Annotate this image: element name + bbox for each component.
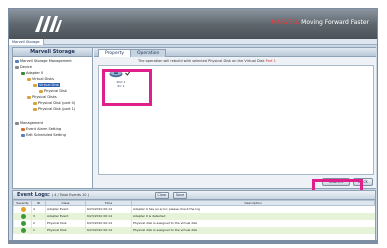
brand-tagline: MARVELL Moving Forward Faster (271, 19, 369, 26)
id-cell: 4 (31, 205, 46, 213)
time-cell: 6/23/2010 00:14 (85, 226, 132, 234)
alarm-icon (21, 127, 25, 131)
severity-cell (13, 212, 32, 220)
warning-icon (20, 206, 26, 212)
description-cell: Adapter 0 has an error; please check the… (131, 205, 375, 213)
event-log-panel: Event Logs: ( 4 / Total Events 10 ) Clea… (12, 190, 376, 242)
clear-events-button[interactable]: Clear (155, 192, 169, 199)
table-row[interactable]: 2 Physical Disk 6/23/2010 00:14 Physical… (13, 219, 375, 227)
nav-tab-storage[interactable]: Marvell Storage (9, 39, 44, 45)
class-cell: Adapter Event (45, 205, 86, 213)
event-log-title: Event Logs: ( 4 / Total Events 10 ) (17, 192, 89, 198)
nav-bar: Marvell Storage (9, 39, 377, 45)
app-window: MARVELL Moving Forward Faster Marvell St… (8, 8, 378, 244)
highlight-disk-box (102, 69, 152, 106)
virtual-disk-icon (33, 83, 37, 87)
tree-item-schedule[interactable]: Edit Scheduled Setting (21, 132, 66, 138)
adapter-icon (21, 71, 25, 75)
class-cell: Physical Disk (45, 219, 86, 227)
event-table: Severity ID Class Time Description 4 Ada… (13, 200, 375, 234)
info-icon (20, 227, 26, 233)
left-panel-title: Marvell Storage (13, 48, 92, 57)
main-panel: Marvell Storage Marvell Storage Manageme… (12, 47, 376, 189)
tab-property[interactable]: Property (98, 49, 132, 57)
class-cell: Physical Disk (45, 226, 86, 234)
folder-icon (27, 95, 31, 99)
disk-icon (33, 101, 37, 105)
event-log-header: Event Logs: ( 4 / Total Events 10 ) Clea… (13, 191, 375, 200)
description-cell: Physical disk is assigned to the virtual… (131, 226, 375, 234)
device-icon (15, 65, 19, 69)
severity-cell (13, 219, 32, 227)
navigation-tree: Marvell Storage Marvell Storage Manageme… (13, 48, 93, 188)
tree-item-physical-disk-port1[interactable]: Physical Disk (port 1) (33, 106, 75, 112)
time-cell: 6/23/2010 00:14 (85, 212, 132, 220)
severity-cell (13, 205, 32, 213)
disk-icon (33, 107, 37, 111)
schedule-icon (21, 133, 25, 137)
description-cell: Physical disk is assigned to the virtual… (131, 219, 375, 227)
table-row[interactable]: 4 Adapter Event 6/23/2010 00:14 Adapter … (13, 205, 375, 213)
class-cell: Adapter Event (45, 212, 86, 220)
column-header-severity[interactable]: Severity (13, 200, 32, 206)
tab-operation[interactable]: Operation (130, 49, 167, 57)
bottom-status-strip (9, 240, 377, 243)
info-icon (20, 213, 26, 219)
severity-cell (13, 226, 32, 234)
disk-icon (39, 89, 43, 93)
marvell-logo-icon (35, 16, 62, 32)
app-header: MARVELL Moving Forward Faster (9, 9, 377, 39)
table-row[interactable]: 3 Adapter Event 6/23/2010 00:14 Adapter … (13, 212, 375, 220)
id-cell: 1 (31, 226, 46, 234)
description-cell: Adapter 0 is detected (131, 212, 375, 220)
id-cell: 3 (31, 212, 46, 220)
save-events-button[interactable]: Save (173, 192, 187, 199)
time-cell: 6/23/2010 00:14 (85, 205, 132, 213)
folder-icon (27, 77, 31, 81)
management-icon (15, 121, 19, 125)
id-cell: 2 (31, 219, 46, 227)
event-count: ( 4 / Total Events 10 ) (51, 193, 89, 197)
operation-info-text: The operation will rebuild with selected… (138, 59, 276, 63)
table-row[interactable]: 1 Physical Disk 6/23/2010 00:14 Physical… (13, 226, 375, 234)
tab-strip: Property Operation (94, 48, 376, 57)
storage-icon (15, 59, 19, 63)
info-icon (20, 220, 26, 226)
time-cell: 6/23/2010 00:14 (85, 219, 132, 227)
